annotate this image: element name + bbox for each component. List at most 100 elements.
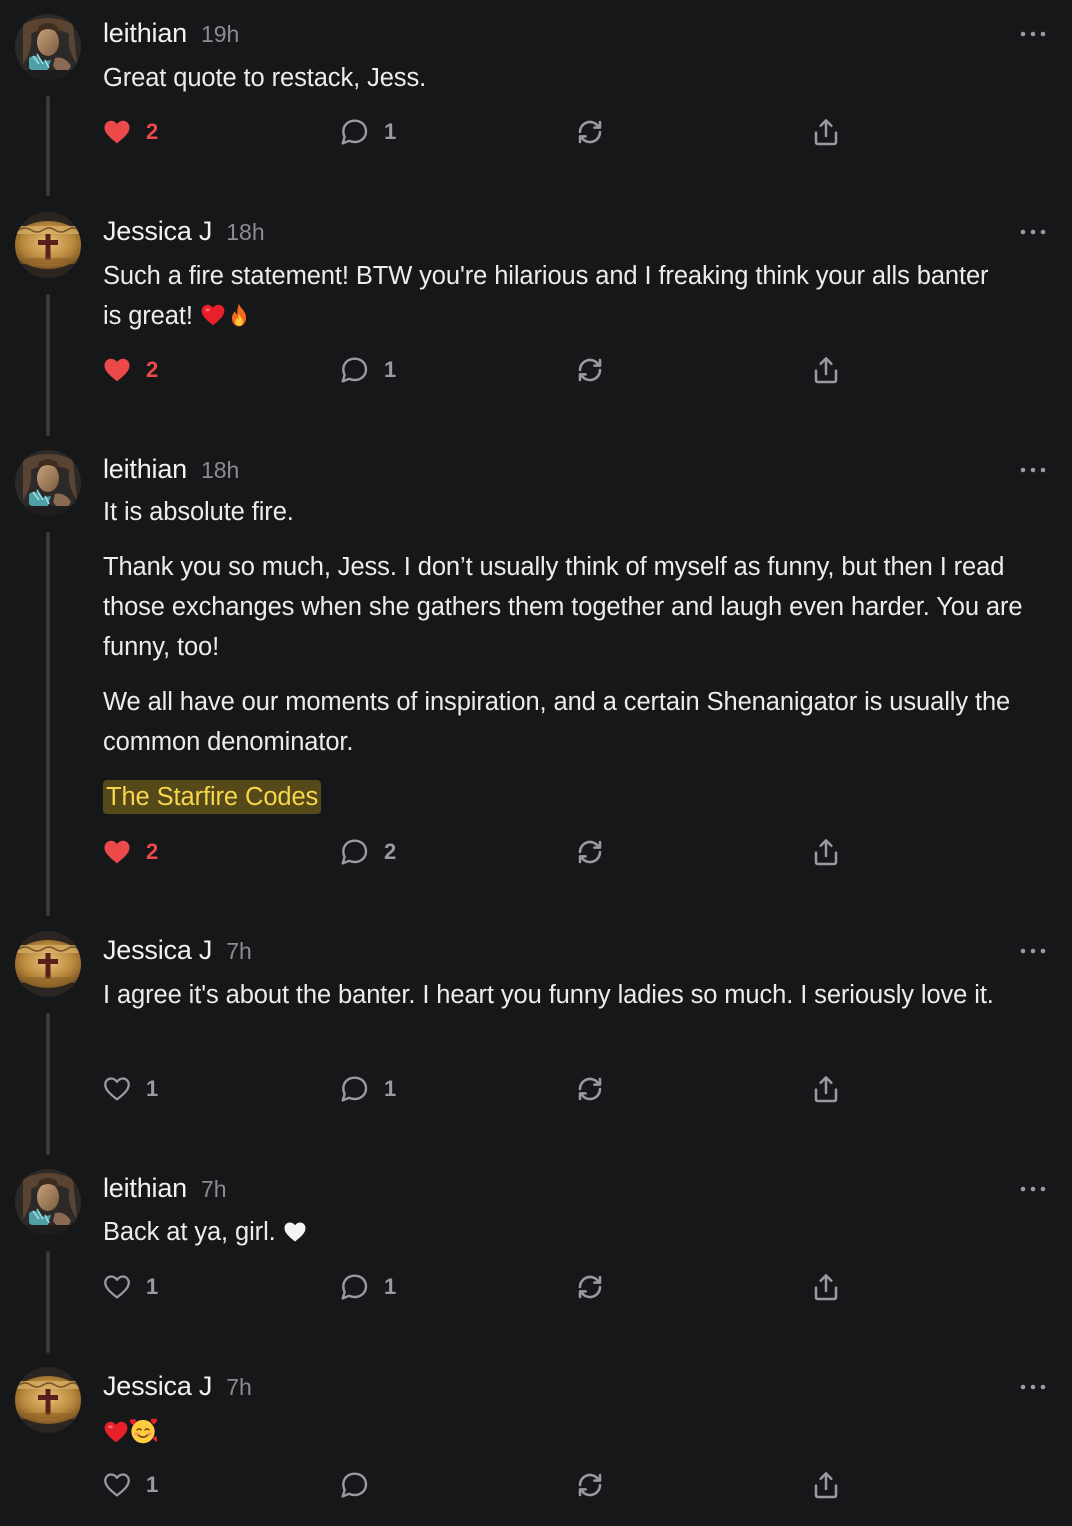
restack-button[interactable] [574, 1069, 606, 1109]
avatar[interactable] [15, 212, 81, 278]
comment-paragraph: We all have our moments of inspiration, … [103, 688, 1011, 756]
heart-icon [102, 117, 132, 147]
author-name[interactable]: leithian [103, 1173, 187, 1204]
reply-button[interactable]: 1 [338, 1069, 396, 1109]
heart-outline-icon [102, 1272, 132, 1302]
more-dots-icon[interactable] [1018, 945, 1048, 957]
heart-outline-icon [102, 1470, 132, 1500]
reply-count: 1 [384, 119, 397, 144]
like-count: 2 [146, 119, 159, 144]
comment-actions: 1 1 [0, 1267, 1072, 1307]
reply-count: 1 [384, 1076, 397, 1101]
timestamp[interactable]: 19h [201, 21, 239, 48]
restack-icon [574, 354, 606, 386]
comment-actions: 2 1 [0, 350, 1072, 390]
comment-paragraph: Back at ya, girl. [103, 1212, 1043, 1252]
timestamp[interactable]: 18h [226, 219, 264, 246]
like-button[interactable]: 2 [102, 112, 158, 152]
comment-paragraph: I agree it's about the banter. I heart y… [103, 981, 994, 1009]
avatar[interactable] [15, 1169, 81, 1235]
share-button[interactable] [810, 1069, 842, 1109]
share-button[interactable] [810, 1465, 842, 1505]
reply-button[interactable]: 2 [338, 832, 396, 872]
jessica-avatar-icon [15, 931, 81, 997]
jessica-avatar-icon [15, 212, 81, 278]
author-name[interactable]: Jessica J [103, 1371, 212, 1402]
avatar[interactable] [15, 1367, 81, 1433]
share-button[interactable] [810, 112, 842, 152]
leithian-avatar-icon [15, 14, 81, 80]
timestamp[interactable]: 7h [226, 938, 252, 965]
comment-body: It is absolute fire. Thank you so much, … [103, 492, 1038, 817]
restack-icon [574, 1073, 606, 1105]
comment-bubble-icon [338, 1469, 370, 1501]
comment-paragraph: Such a fire statement! BTW you're hilari… [103, 256, 1003, 336]
more-dots-icon[interactable] [1018, 464, 1048, 476]
comment-meta: Jessica J 7h [103, 935, 252, 967]
publication-tag-link[interactable]: The Starfire Codes [103, 780, 322, 814]
restack-icon [574, 1469, 606, 1501]
reply-button[interactable]: 1 [338, 350, 396, 390]
author-name[interactable]: leithian [103, 18, 187, 49]
author-name[interactable]: Jessica J [103, 216, 212, 247]
like-button[interactable]: 2 [102, 350, 158, 390]
reply-count: 2 [384, 839, 397, 864]
timestamp[interactable]: 7h [226, 1374, 252, 1401]
more-dots-icon[interactable] [1018, 1183, 1048, 1195]
share-button[interactable] [810, 350, 842, 390]
comment-paragraph [103, 1413, 1043, 1453]
comment-actions: 1 1 [0, 1069, 1072, 1109]
red-heart-emoji-icon [103, 1419, 129, 1445]
like-button[interactable]: 2 [102, 832, 158, 872]
like-count: 1 [146, 1472, 159, 1497]
like-button[interactable]: 1 [102, 1267, 158, 1307]
comment-bubble-icon [338, 354, 370, 386]
jessica-avatar-icon [15, 1367, 81, 1433]
comment-body: Such a fire statement! BTW you're hilari… [103, 256, 1003, 336]
restack-button[interactable] [574, 350, 606, 390]
reply-button[interactable]: 1 [338, 112, 396, 152]
avatar[interactable] [15, 14, 81, 80]
leithian-avatar-icon [15, 450, 81, 516]
restack-button[interactable] [574, 832, 606, 872]
comment-meta: Jessica J 7h [103, 1371, 252, 1403]
comment-text: Back at ya, girl. [103, 1218, 276, 1246]
like-button[interactable]: 1 [102, 1069, 158, 1109]
restack-icon [574, 1271, 606, 1303]
restack-button[interactable] [574, 1465, 606, 1505]
more-dots-icon[interactable] [1018, 226, 1048, 238]
comment-body [103, 1413, 1043, 1453]
restack-button[interactable] [574, 112, 606, 152]
author-name[interactable]: leithian [103, 454, 187, 485]
author-name[interactable]: Jessica J [103, 935, 212, 966]
comment-paragraph: It is absolute fire. [103, 498, 294, 526]
more-dots-icon[interactable] [1018, 1381, 1048, 1393]
comment-actions: 2 2 [0, 832, 1072, 872]
timestamp[interactable]: 18h [201, 457, 239, 484]
reply-button[interactable]: 1 [338, 1267, 396, 1307]
restack-button[interactable] [574, 1267, 606, 1307]
heart-icon [102, 355, 132, 385]
white-heart-emoji-icon [283, 1220, 307, 1244]
like-count: 2 [146, 839, 159, 864]
comment-paragraph: Thank you so much, Jess. I don’t usually… [103, 553, 1023, 661]
timestamp[interactable]: 7h [201, 1176, 227, 1203]
comment-actions: 2 1 [0, 112, 1072, 152]
comment-meta: Jessica J 18h [103, 216, 265, 248]
share-icon [810, 354, 842, 386]
reply-count: 1 [384, 357, 397, 382]
comment-body: Great quote to restack, Jess. [103, 58, 1043, 98]
share-button[interactable] [810, 1267, 842, 1307]
avatar[interactable] [15, 931, 81, 997]
more-dots-icon[interactable] [1018, 28, 1048, 40]
share-button[interactable] [810, 832, 842, 872]
share-icon [810, 1271, 842, 1303]
comment-paragraph: Great quote to restack, Jess. [103, 64, 427, 92]
comment-bubble-icon [338, 1073, 370, 1105]
like-count: 1 [146, 1274, 159, 1299]
avatar[interactable] [15, 450, 81, 516]
like-button[interactable]: 1 [102, 1465, 158, 1505]
restack-icon [574, 116, 606, 148]
comment-body: I agree it's about the banter. I heart y… [103, 975, 1038, 1015]
reply-button[interactable] [338, 1465, 370, 1505]
